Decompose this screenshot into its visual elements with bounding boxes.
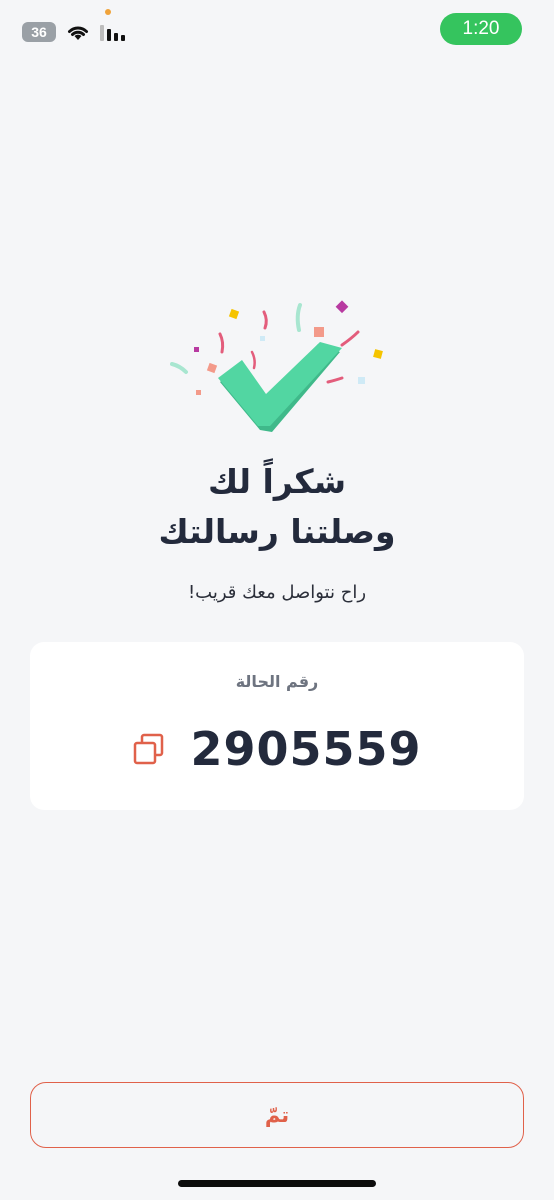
confetti-piece [335, 300, 349, 314]
success-checkmark-icon [170, 300, 383, 432]
confetti-piece [314, 327, 324, 337]
case-number-label: رقم الحالة [235, 672, 319, 691]
case-number-value: 2905559 [190, 722, 422, 776]
confetti-piece [260, 336, 265, 341]
copy-icon[interactable] [132, 732, 166, 766]
done-button[interactable]: تمّ [30, 1082, 524, 1148]
status-icons: 36 [22, 22, 126, 42]
confetti-piece [194, 347, 199, 352]
confetti-piece [206, 362, 218, 374]
wifi-icon [68, 26, 88, 40]
confetti-piece [295, 303, 302, 332]
confetti-piece [340, 330, 360, 347]
confetti-piece [170, 362, 188, 374]
confetti-piece [250, 350, 256, 370]
contact-soon-subtitle: راح نتواصل معك قريب! [187, 582, 367, 603]
battery-level: 36 [31, 24, 47, 40]
time-pill: 1:20 [440, 13, 522, 45]
battery-icon: 36 [22, 22, 56, 42]
case-number-card: رقم الحالة 2905559 [30, 642, 524, 810]
confetti-piece [326, 376, 344, 384]
message-received-title: وصلتنا رسالتك [158, 512, 396, 551]
case-number-row: 2905559 [30, 722, 524, 776]
signal-icon [100, 25, 125, 41]
status-time: 1:20 [462, 18, 500, 39]
confetti-piece [196, 390, 201, 395]
confetti-piece [262, 310, 268, 330]
confetti-piece [228, 308, 240, 320]
privacy-indicator-dot [105, 9, 111, 15]
home-indicator [178, 1180, 376, 1187]
status-bar: 36 1:20 [0, 0, 554, 60]
done-button-label: تمّ [264, 1103, 290, 1127]
checkmark-face [218, 342, 342, 426]
thank-you-title: شكراً لك [207, 462, 347, 501]
confetti-piece [373, 349, 383, 359]
confetti-piece [358, 377, 365, 384]
confetti-piece [218, 332, 225, 354]
